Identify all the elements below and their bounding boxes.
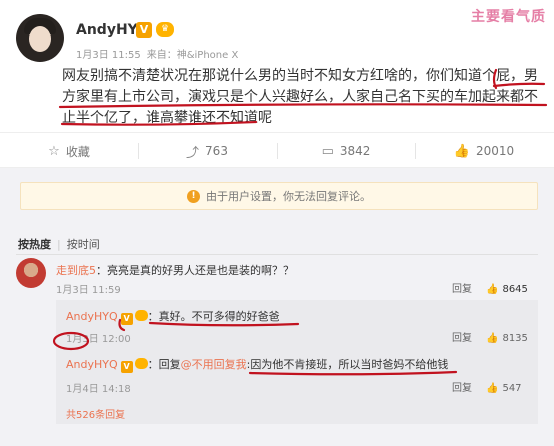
reply-body: AndyHYQ V ：真好。不可多得的好爸爸 <box>66 308 280 325</box>
reply-reply-button[interactable]: 回复 <box>452 383 472 394</box>
favorite-button[interactable]: ☆ 收藏 <box>0 133 138 169</box>
repost-button[interactable]: ⤴ 763 <box>138 133 276 169</box>
comment-count: 3842 <box>339 144 371 158</box>
reply-like-count: 547 <box>502 383 522 394</box>
reply-sep: ： <box>147 310 159 323</box>
like-count: 20010 <box>476 144 515 158</box>
watermark: 主要看气质 <box>471 9 546 25</box>
verified-v-icon: V <box>120 361 133 373</box>
comment-user[interactable]: 走到底5 <box>56 264 96 277</box>
commenter-avatar[interactable] <box>16 258 46 288</box>
comment-text: 亮亮是真的好男人还是也是装的啊？？ <box>107 264 294 277</box>
sort-tabs: 按热度 | 按时间 <box>18 236 100 252</box>
comment-button[interactable]: ▭ 3842 <box>277 133 415 169</box>
more-replies-link[interactable]: 共526条回复 <box>66 406 125 421</box>
reply-actions: 回复 👍 8135 <box>452 329 528 344</box>
comment-actions: 回复 👍 8645 <box>452 280 528 295</box>
crown-icon <box>134 358 148 369</box>
favorite-label: 收藏 <box>65 144 90 159</box>
verified-v-icon: V <box>136 22 152 38</box>
comment-sep: ： <box>96 264 107 277</box>
comment-icon: ▭ <box>321 143 334 159</box>
star-outline-icon: ☆ <box>48 143 60 159</box>
weibo-post: AndyHYQ V ♛ 主要看气质 1月3日 11:55 来自：神&iPhone … <box>0 0 554 132</box>
repost-count: 763 <box>205 144 228 158</box>
reply-thread: AndyHYQ V ：真好。不可多得的好爸爸 1月3日 12:00 回复 👍 8135 … <box>56 300 538 424</box>
tab-sort-hot[interactable]: 按热度 <box>18 238 51 251</box>
sort-divider: | <box>57 238 61 251</box>
reply-sep: ： <box>147 358 159 371</box>
tab-sort-time[interactable]: 按时间 <box>67 238 100 251</box>
comment-reply-button[interactable]: 回复 <box>452 284 472 295</box>
reply-actions: 回复 👍 547 <box>452 379 522 394</box>
reply-disabled-notice: ! 由于用户设置，你无法回复评论。 <box>20 182 538 210</box>
divider <box>16 254 538 255</box>
warning-icon: ! <box>187 189 200 203</box>
author-avatar[interactable] <box>16 14 64 62</box>
thumb-up-icon: 👍 <box>453 143 470 159</box>
crown-icon <box>134 310 148 321</box>
reply-body: AndyHYQ V ：回复@不用回复我:因为他不肯接班，所以当时爸妈不给他钱 <box>66 356 448 373</box>
like-button[interactable]: 👍 20010 <box>415 133 553 169</box>
reply-reply-button[interactable]: 回复 <box>452 333 472 344</box>
avatar-face <box>29 26 51 52</box>
thumb-up-icon[interactable]: 👍 <box>486 383 498 394</box>
comment-body: 走到底5：亮亮是真的好男人还是也是装的啊？？ <box>56 262 294 278</box>
comment-area: ! 由于用户设置，你无法回复评论。 按热度 | 按时间 走到底5：亮亮是真的好男人还… <box>0 168 554 446</box>
comment-date: 1月3日 11:59 <box>56 285 121 296</box>
post-text: 网友别搞不清楚状况在那说什么男的当时不知女方红啥的，你们知道个屁，男方家里有上市… <box>62 68 538 126</box>
reply-text: 真好。不可多得的好爸爸 <box>158 310 280 323</box>
post-meta: 1月3日 11:55 来自：神&iPhone X <box>76 46 244 61</box>
next-comment-partial <box>16 438 538 446</box>
post-device: 神&iPhone X <box>176 50 239 61</box>
crown-icon: ♛ <box>156 22 174 37</box>
reply-like-count: 8135 <box>502 333 528 344</box>
reply-user[interactable]: AndyHYQ <box>66 358 118 371</box>
notice-text: 由于用户设置，你无法回复评论。 <box>206 190 371 203</box>
thumb-up-icon[interactable]: 👍 <box>486 284 498 295</box>
verified-v-icon: V <box>120 313 133 325</box>
thumb-up-icon[interactable]: 👍 <box>486 333 498 344</box>
reply-date: 1月3日 12:00 <box>66 334 131 345</box>
reply-prefix: 回复 <box>158 358 181 371</box>
comment-like-count: 8645 <box>502 284 528 295</box>
reply-mention[interactable]: @不用回复我 <box>181 358 247 371</box>
reply-text: 因为他不肯接班，所以当时爸妈不给他钱 <box>250 358 449 371</box>
post-date[interactable]: 1月3日 11:55 <box>76 50 141 61</box>
reply-date: 1月4日 14:18 <box>66 384 131 395</box>
reply-user[interactable]: AndyHYQ <box>66 310 118 323</box>
repost-icon: ⤴ <box>186 145 200 161</box>
action-bar: ☆ 收藏 ⤴ 763 ▭ 3842 👍 20010 <box>0 132 554 168</box>
post-source-label: 来自： <box>146 50 177 61</box>
